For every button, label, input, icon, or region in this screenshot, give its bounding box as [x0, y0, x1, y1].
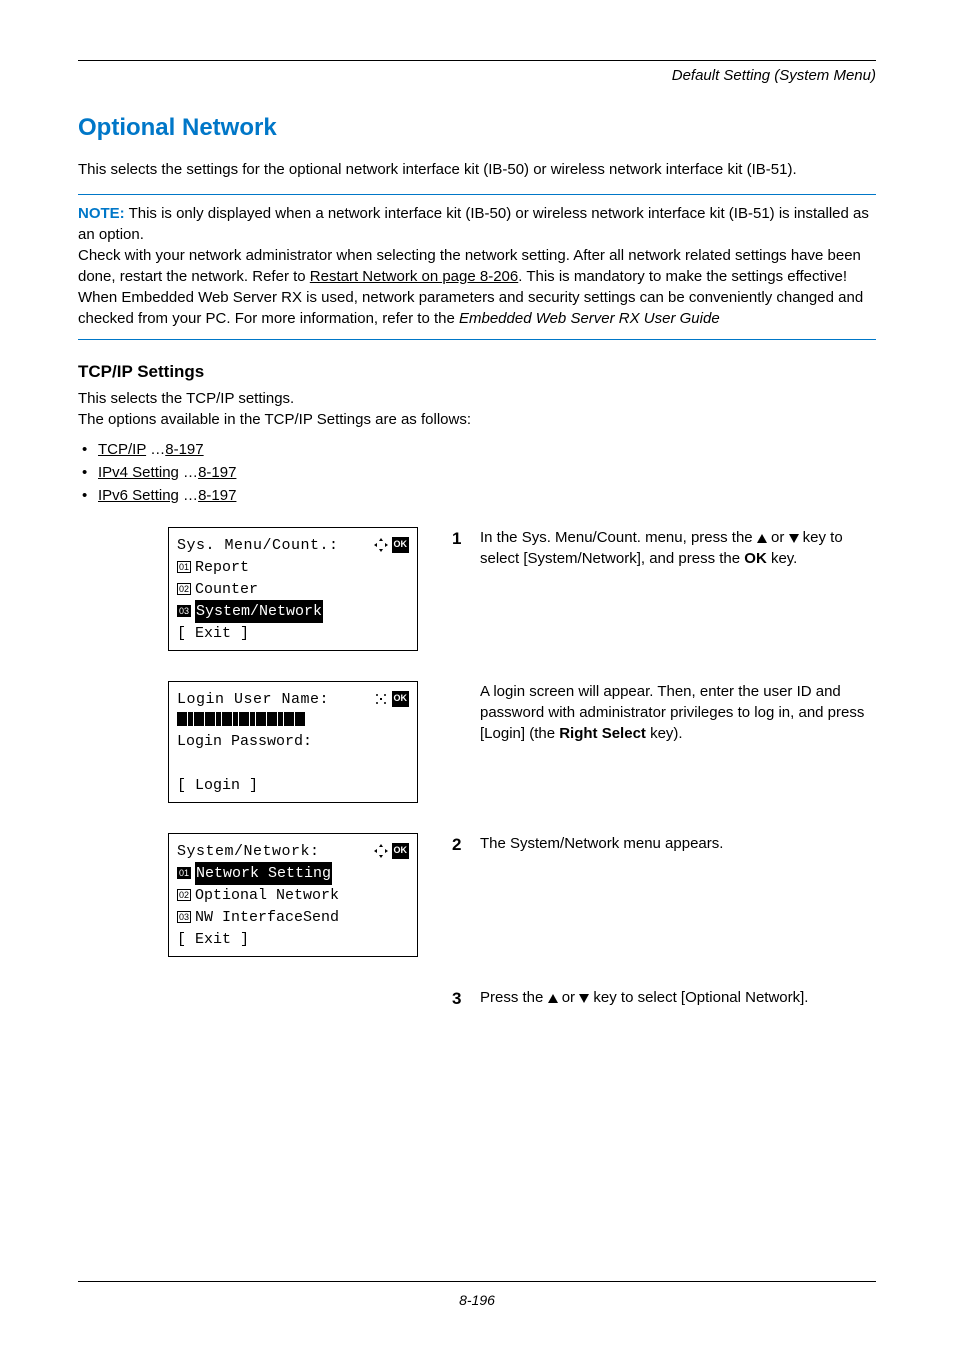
step-login-b: key).: [646, 725, 683, 742]
lcd2-softkey-login: [ Login ]: [177, 774, 409, 796]
ok-icon: OK: [392, 691, 410, 707]
lcd1-num-03: 03: [177, 605, 191, 617]
opt-ipv4-label[interactable]: IPv4 Setting: [98, 464, 179, 481]
step1-ok: OK: [744, 550, 767, 567]
note-line1: This is only displayed when a network in…: [78, 205, 869, 243]
up-arrow-icon: [548, 994, 558, 1003]
lcd2-pwd-label: Login Password:: [177, 730, 312, 753]
step-login-right-select: Right Select: [559, 725, 646, 742]
lcd3-item-network-setting: Network Setting: [195, 862, 332, 885]
note-block: NOTE: This is only displayed when a netw…: [78, 195, 876, 339]
opt-tcpip-label[interactable]: TCP/IP: [98, 441, 146, 458]
lcd3-num-03: 03: [177, 911, 191, 923]
lcd3-softkey-exit: [ Exit ]: [177, 928, 409, 950]
step-1-text: In the Sys. Menu/Count. menu, press the …: [480, 527, 876, 569]
step-3-text: Press the or key to select [Optional Net…: [480, 987, 808, 1008]
lcd3-item-nw-interfacesend: NW InterfaceSend: [195, 906, 339, 929]
lcd1-softkey-exit: [ Exit ]: [177, 622, 409, 644]
lcd2-title: Login User Name:: [177, 688, 329, 711]
lcd1-num-02: 02: [177, 583, 191, 595]
down-arrow-icon: [789, 534, 799, 543]
opt-tcpip-page[interactable]: 8-197: [165, 441, 203, 458]
text-cursor-icon: [374, 692, 388, 706]
lcd3-num-01: 01: [177, 867, 191, 879]
opt-tcpip: TCP/IP …8-197: [78, 438, 876, 461]
step1-e: key.: [767, 550, 798, 567]
lcd1-title: Sys. Menu/Count.:: [177, 534, 339, 557]
section-line1: This selects the TCP/IP settings.: [78, 388, 876, 409]
step1-a: In the Sys. Menu/Count. menu, press the: [480, 529, 757, 546]
lcd-login: Login User Name: OK: [168, 681, 418, 803]
opt-ipv6-page[interactable]: 8-197: [198, 487, 236, 504]
opt-ipv6: IPv6 Setting …8-197: [78, 484, 876, 507]
header-breadcrumb: Default Setting (System Menu): [78, 67, 876, 84]
step3-c: key to select [Optional Network].: [589, 989, 808, 1006]
step3-a: Press the: [480, 989, 548, 1006]
step3-b: or: [558, 989, 580, 1006]
up-arrow-icon: [757, 534, 767, 543]
step-2-number: 2: [452, 833, 466, 857]
opt-ipv4-page[interactable]: 8-197: [198, 464, 236, 481]
note-ital: Embedded Web Server RX User Guide: [459, 310, 720, 327]
step-login-spacer: [452, 681, 466, 705]
step-login-text: A login screen will appear. Then, enter …: [480, 681, 876, 744]
lcd-sys-menu: Sys. Menu/Count.: OK 01Report 02Counter …: [168, 527, 418, 651]
step-1-number: 1: [452, 527, 466, 551]
lcd1-item-report: Report: [195, 556, 249, 579]
step-3-number: 3: [452, 987, 466, 1011]
lcd3-item-optional-network: Optional Network: [195, 884, 339, 907]
nav-arrows-icon: [374, 538, 388, 552]
lcd1-item-system-network: System/Network: [195, 600, 323, 623]
note-label: NOTE:: [78, 205, 125, 222]
lcd3-num-02: 02: [177, 889, 191, 901]
nav-arrows-icon: [374, 844, 388, 858]
intro-text: This selects the settings for the option…: [78, 160, 876, 180]
step-2-text: The System/Network menu appears.: [480, 833, 723, 854]
opt-ipv4: IPv4 Setting …8-197: [78, 461, 876, 484]
page-title: Optional Network: [78, 114, 876, 142]
ok-icon: OK: [392, 537, 410, 553]
lcd1-item-counter: Counter: [195, 578, 258, 601]
page-number: 8-196: [459, 1292, 495, 1308]
down-arrow-icon: [579, 994, 589, 1003]
lcd3-title: System/Network:: [177, 840, 320, 863]
section-line2: The options available in the TCP/IP Sett…: [78, 409, 876, 430]
lcd2-input-field: [177, 712, 409, 726]
restart-network-link[interactable]: Restart Network on page 8-206: [310, 268, 518, 285]
options-list: TCP/IP …8-197 IPv4 Setting …8-197 IPv6 S…: [78, 438, 876, 507]
lcd1-num-01: 01: [177, 561, 191, 573]
section-heading: TCP/IP Settings: [78, 362, 876, 382]
ok-icon: OK: [392, 843, 410, 859]
opt-ipv6-label[interactable]: IPv6 Setting: [98, 487, 179, 504]
lcd-system-network: System/Network: OK 01 Network Setting 02 O…: [168, 833, 418, 957]
note-line2b: . This is mandatory to make the settings…: [518, 268, 847, 285]
step1-b: or: [767, 529, 789, 546]
